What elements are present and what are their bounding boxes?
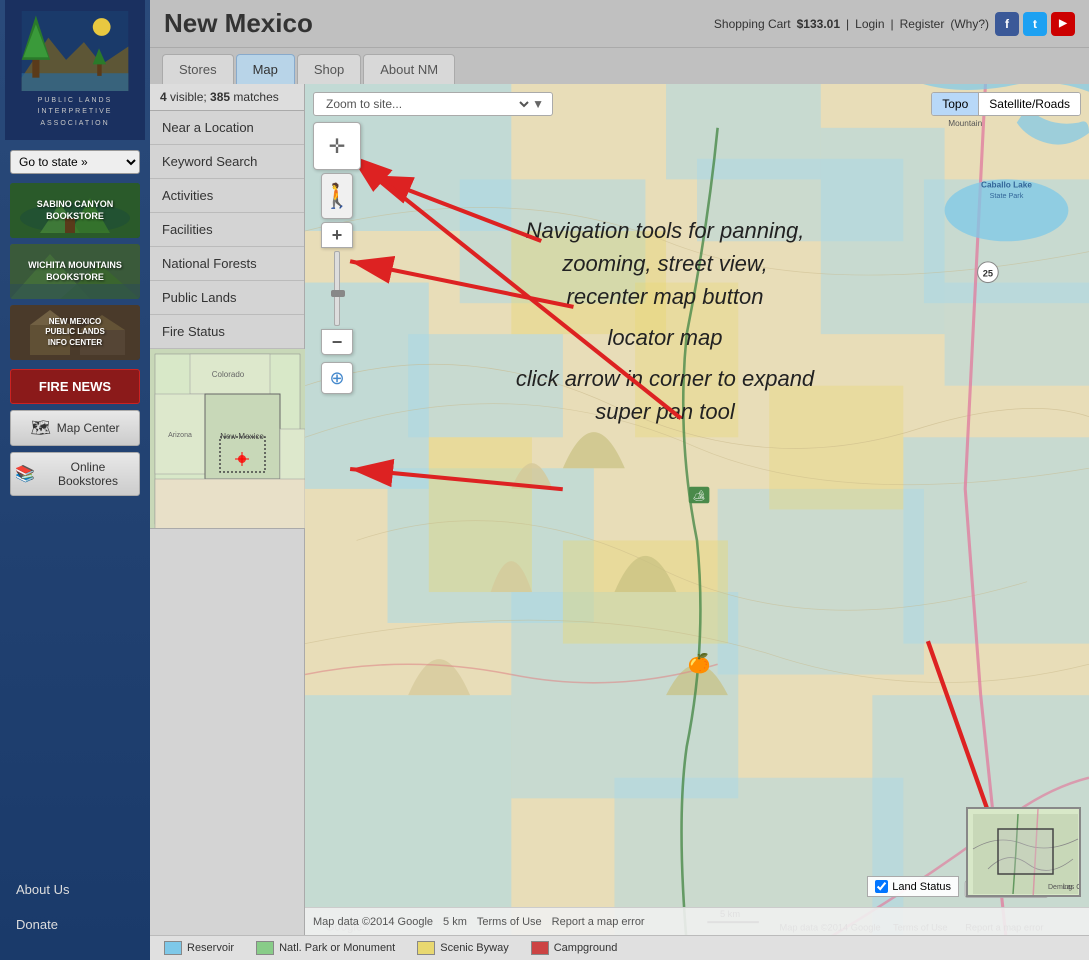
locator-map[interactable]: Colorado Arizona New Mexico	[150, 349, 305, 529]
map-area[interactable]: Caballo Lake State Park 25 🏕 🍊 ✓ Land St…	[305, 84, 1089, 935]
svg-text:Arizona: Arizona	[168, 432, 192, 439]
tab-map[interactable]: Map	[236, 54, 295, 84]
mini-map-thumbnail[interactable]: Deming Las C	[966, 807, 1081, 897]
social-icons: f t ▶	[995, 12, 1075, 36]
satellite-button[interactable]: Satellite/Roads	[979, 93, 1080, 115]
online-bookstores-button[interactable]: 📚 Online Bookstores	[10, 452, 140, 496]
map-data-credit: Map data ©2014 Google	[313, 916, 433, 928]
filter-keyword-search[interactable]: Keyword Search	[150, 145, 304, 179]
cart-area: Shopping Cart $133.01 | Login | Register…	[714, 12, 1075, 36]
donate-link[interactable]: Donate	[10, 909, 140, 940]
filter-fire-status[interactable]: Fire Status	[150, 315, 304, 349]
legend-campground: Campground	[531, 941, 618, 955]
filter-activities[interactable]: Activities	[150, 179, 304, 213]
nm-public-lands-store[interactable]: NEW MEXICOPUBLIC LANDSINFO CENTER	[10, 305, 140, 360]
about-us-label: About Us	[16, 882, 69, 897]
main-content: New Mexico Shopping Cart $133.01 | Login…	[150, 0, 1089, 960]
zoom-out-button[interactable]: −	[321, 329, 353, 355]
svg-text:🍊: 🍊	[688, 652, 712, 674]
svg-text:Las C: Las C	[1063, 884, 1081, 891]
content-area: 4 visible; 385 matches Near a Location K…	[150, 84, 1089, 935]
state-selector[interactable]: Go to state »	[10, 150, 140, 174]
top-bar: New Mexico Shopping Cart $133.01 | Login…	[150, 0, 1089, 48]
zoom-in-button[interactable]: +	[321, 222, 353, 248]
land-status-checkbox[interactable]: Land Status	[867, 876, 959, 897]
org-name: PUBLIC LANDS INTERPRETIVE ASSOCIATION	[38, 95, 113, 129]
donate-label: Donate	[16, 917, 58, 932]
terms-link[interactable]: Terms of Use	[477, 916, 542, 928]
wichita-mountains-store[interactable]: WICHITA MOUNTAINSBOOKSTORE	[10, 244, 140, 299]
map-scale: 5 km	[443, 916, 467, 928]
facebook-icon[interactable]: f	[995, 12, 1019, 36]
sidebar: PUBLIC LANDS INTERPRETIVE ASSOCIATION Go…	[0, 0, 150, 960]
zoom-to-site-wrapper: Zoom to site... ▼	[313, 92, 553, 116]
tab-stores[interactable]: Stores	[162, 54, 234, 84]
zoom-slider-handle[interactable]	[331, 290, 345, 297]
map-center-button[interactable]: 🗺 Map Center	[10, 410, 140, 446]
twitter-icon[interactable]: t	[1023, 12, 1047, 36]
cart-text: Shopping Cart	[714, 17, 791, 31]
filter-public-lands[interactable]: Public Lands	[150, 281, 304, 315]
legend-reservoir-icon	[164, 941, 182, 955]
svg-text:Colorado: Colorado	[212, 370, 245, 379]
register-why: (Why?)	[950, 17, 989, 31]
filter-near-location[interactable]: Near a Location	[150, 111, 304, 145]
legend-reservoir: Reservoir	[164, 941, 234, 955]
street-view-person[interactable]: 🚶	[321, 173, 353, 219]
map-bottom-bar: Map data ©2014 Google 5 km Terms of Use …	[305, 907, 1089, 935]
youtube-icon[interactable]: ▶	[1051, 12, 1075, 36]
login-link[interactable]: Login	[855, 17, 884, 31]
land-status-input[interactable]	[875, 880, 888, 893]
logo-image	[20, 11, 130, 91]
recenter-button[interactable]: ⊕	[321, 362, 353, 394]
sabino-canyon-store[interactable]: SABINO CANYONBOOKSTORE	[10, 183, 140, 238]
online-bookstores-label: Online Bookstores	[41, 460, 135, 488]
cart-amount: $133.01	[797, 17, 840, 31]
svg-text:25: 25	[983, 268, 993, 278]
filter-facilities[interactable]: Facilities	[150, 213, 304, 247]
page-title: New Mexico	[164, 8, 313, 39]
land-status-label: Land Status	[892, 881, 951, 893]
tab-shop[interactable]: Shop	[297, 54, 361, 84]
logo-area: PUBLIC LANDS INTERPRETIVE ASSOCIATION	[5, 0, 145, 140]
report-link[interactable]: Report a map error	[552, 916, 645, 928]
pan-control[interactable]: ✛	[313, 122, 361, 170]
topo-button[interactable]: Topo	[932, 93, 979, 115]
svg-text:State Park: State Park	[990, 191, 1024, 200]
books-icon: 📚	[15, 464, 35, 484]
map-center-icon: 🗺	[30, 418, 50, 438]
svg-text:🏕: 🏕	[693, 490, 706, 502]
map-type-buttons: Topo Satellite/Roads	[931, 92, 1081, 116]
tab-about-nm[interactable]: About NM	[363, 54, 455, 84]
fire-news-button[interactable]: FIRE NEWS	[10, 369, 140, 404]
filter-national-forests[interactable]: National Forests	[150, 247, 304, 281]
fire-news-label: FIRE NEWS	[39, 379, 111, 394]
tabs: Stores Map Shop About NM	[150, 48, 1089, 84]
filter-panel: 4 visible; 385 matches Near a Location K…	[150, 84, 305, 935]
legend-natl-park: Natl. Park or Monument	[256, 941, 395, 955]
legend-bar: Reservoir Natl. Park or Monument Scenic …	[150, 935, 1089, 960]
zoom-to-site-select[interactable]: Zoom to site...	[322, 96, 532, 112]
map-center-label: Map Center	[57, 421, 120, 435]
legend-scenic-byway: Scenic Byway	[417, 941, 508, 955]
about-us-link[interactable]: About Us	[10, 874, 140, 905]
svg-text:Caballo Lake: Caballo Lake	[981, 181, 1032, 190]
legend-park-icon	[256, 941, 274, 955]
topo-label: Topo	[942, 97, 968, 111]
svg-text:Mountain: Mountain	[948, 119, 982, 128]
results-info: 4 visible; 385 matches	[150, 84, 304, 111]
register-link[interactable]: Register	[900, 17, 945, 31]
state-dropdown[interactable]: Go to state »	[10, 150, 140, 174]
satellite-label: Satellite/Roads	[989, 97, 1070, 111]
legend-campground-icon	[531, 941, 549, 955]
results-visible: 4 visible; 385 matches	[160, 90, 279, 104]
zoom-dropdown-icon: ▼	[532, 97, 544, 111]
legend-byway-icon	[417, 941, 435, 955]
nav-controls: ✛ 🚶 + − ⊕	[313, 122, 361, 394]
zoom-slider-track[interactable]	[334, 251, 340, 326]
